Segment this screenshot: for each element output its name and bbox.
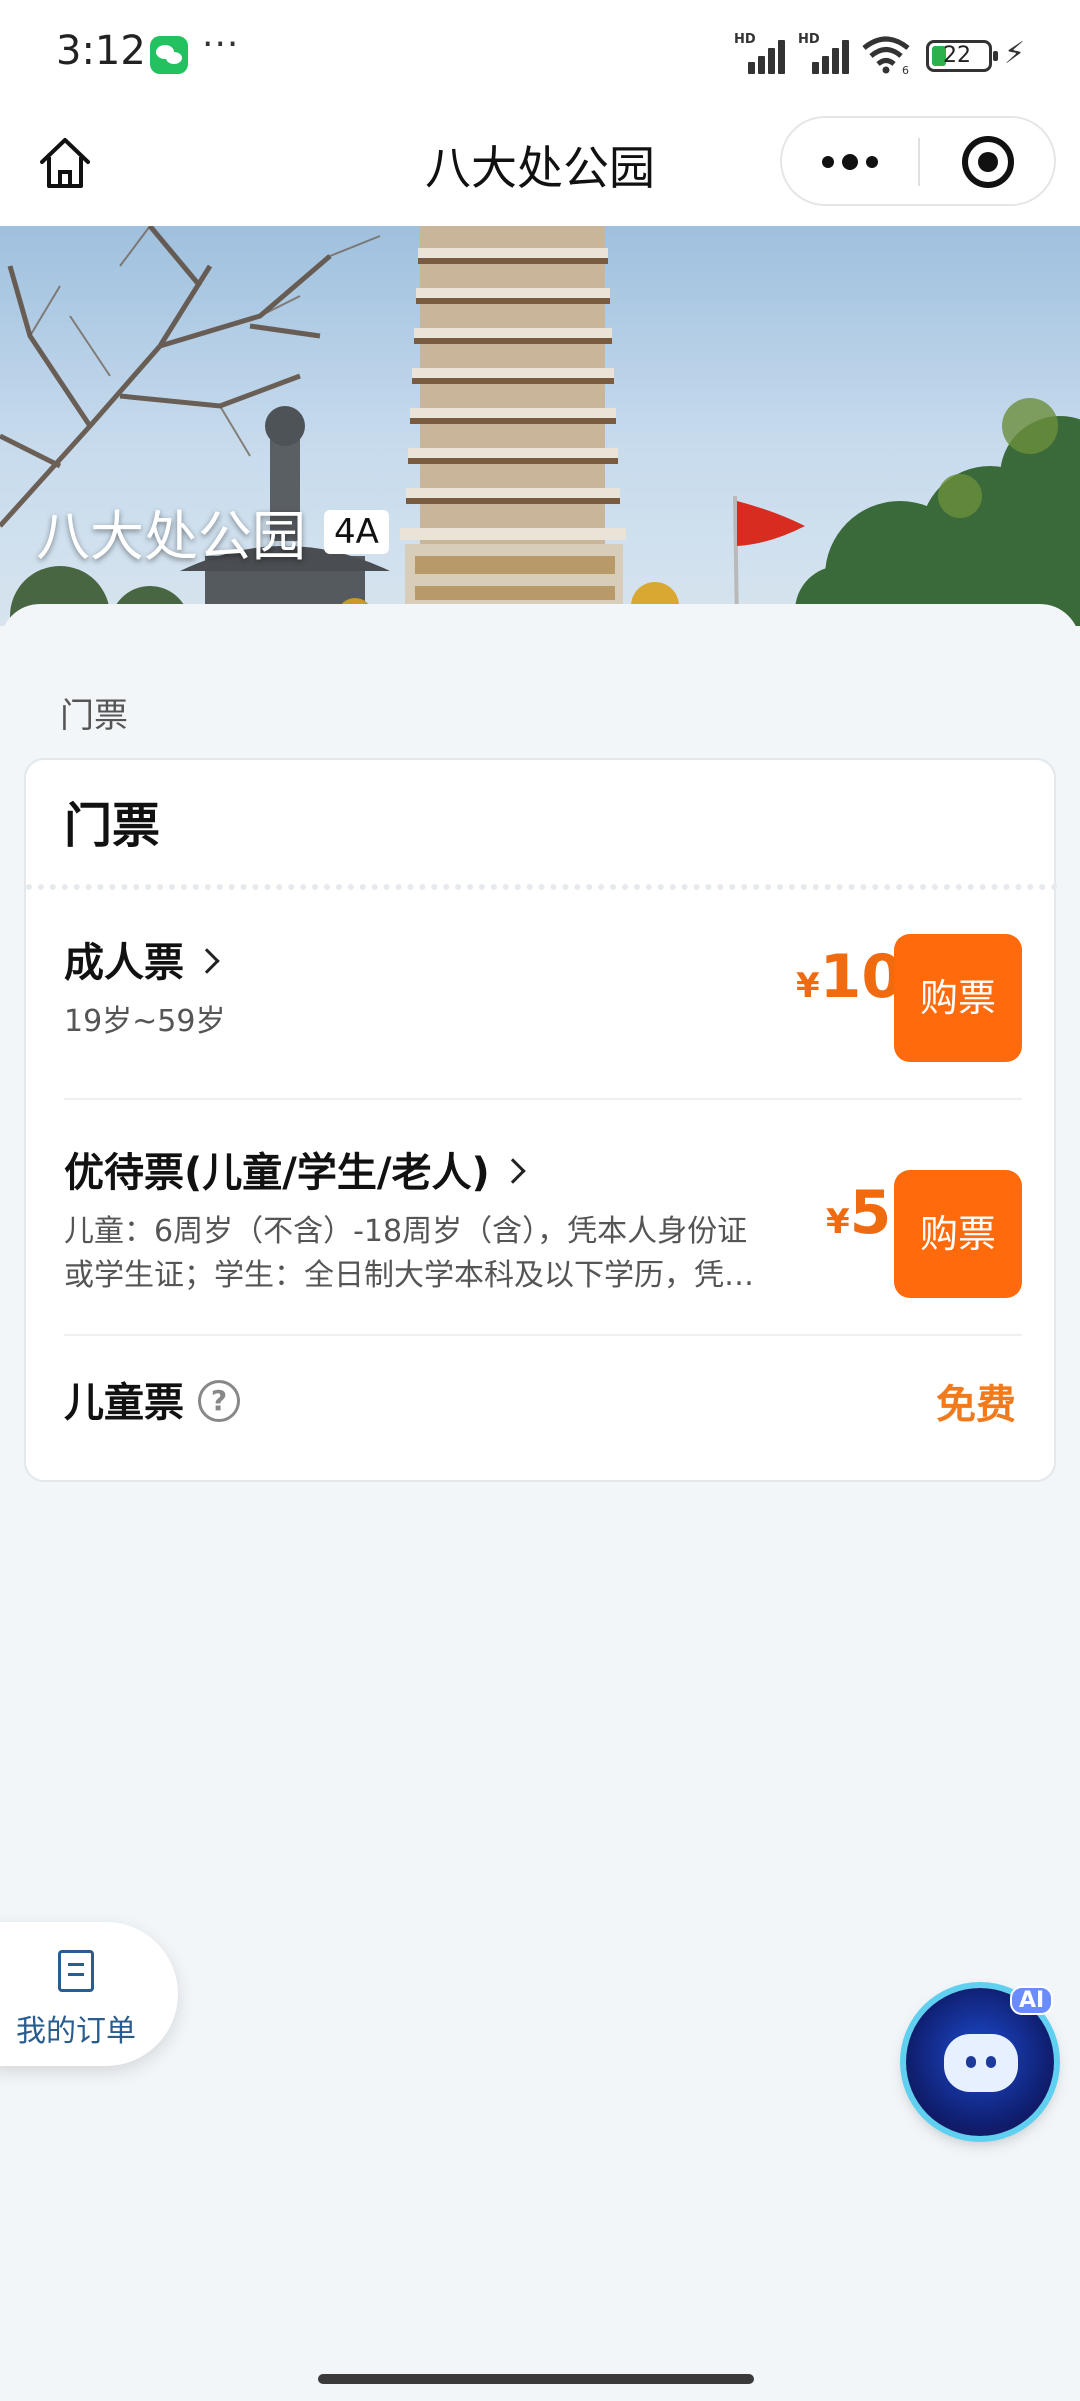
ticket-card: 门票 成人票 19岁~59岁 ¥10 购票 优待票(儿童/学生/老人) 儿童：6… <box>24 758 1058 1482</box>
wechat-icon <box>150 36 188 74</box>
more-dots-icon: ··· <box>202 24 240 65</box>
row-divider <box>64 1098 1022 1100</box>
robot-face-icon <box>944 2034 1018 2092</box>
charging-bolt-icon: ⚡ <box>1004 36 1026 71</box>
home-indicator[interactable] <box>318 2374 754 2384</box>
my-orders-label: 我的订单 <box>16 2014 136 2049</box>
ticket-subtitle: 19岁~59岁 <box>64 1004 226 1039</box>
dotted-divider <box>26 884 1058 890</box>
my-orders-button[interactable]: 我的订单 <box>0 1922 178 2066</box>
status-time: 3:12 <box>56 28 146 74</box>
ticket-subtitle-line1: 儿童：6周岁（不含）-18周岁（含），凭本人身份证 <box>64 1214 748 1249</box>
buy-adult-button[interactable]: 购票 <box>894 934 1022 1062</box>
ticket-name: 儿童票 <box>64 1380 184 1426</box>
ticket-price: ¥5 <box>826 1178 892 1248</box>
ticket-name: 优待票(儿童/学生/老人) <box>64 1150 490 1196</box>
cell-signal-icon: HD <box>798 32 854 74</box>
miniprogram-capsule <box>780 116 1056 206</box>
chevron-right-icon <box>194 948 220 974</box>
park-name: 八大处公园 <box>36 505 306 568</box>
free-price-label: 免费 <box>936 1382 1016 1428</box>
more-options-icon[interactable] <box>818 142 898 182</box>
home-icon[interactable] <box>34 132 96 194</box>
adult-ticket-link[interactable]: 成人票 <box>64 930 220 988</box>
row-divider <box>64 1334 1022 1336</box>
concession-ticket-link[interactable]: 优待票(儿童/学生/老人) <box>64 1140 526 1198</box>
child-ticket-row: 儿童票? <box>64 1370 240 1428</box>
wifi-icon: 6 <box>862 36 910 74</box>
hero-title-group: 八大处公园 4A <box>36 492 389 571</box>
status-bar: 3:12 ··· HD HD 6 22 ⚡ <box>0 0 1080 110</box>
section-label: 门票 <box>60 696 128 736</box>
card-title: 门票 <box>64 798 161 854</box>
capsule-divider <box>918 138 920 186</box>
buy-concession-button[interactable]: 购票 <box>894 1170 1022 1298</box>
content-sheet: 门票 门票 成人票 19岁~59岁 ¥10 购票 优待票(儿童/学生/老人) 儿… <box>0 604 1080 2401</box>
ticket-name: 成人票 <box>64 940 184 986</box>
ai-badge: AI <box>1010 1986 1054 2015</box>
hero-image: 八大处公园 4A <box>0 226 1080 626</box>
svg-text:6: 6 <box>902 64 909 74</box>
nav-bar: 八大处公园 <box>0 110 1080 226</box>
page-title: 八大处公园 <box>425 141 655 195</box>
order-list-icon <box>58 1950 94 1992</box>
ai-assistant-button[interactable]: AI <box>906 1986 1054 2136</box>
chevron-right-icon <box>500 1158 526 1184</box>
help-icon[interactable]: ? <box>198 1380 240 1422</box>
rating-badge: 4A <box>324 509 389 554</box>
battery-icon: 22 <box>926 40 998 72</box>
cell-signal-icon: HD <box>734 32 790 74</box>
ticket-subtitle-line2: 或学生证；学生：全日制大学本科及以下学历，凭… <box>64 1258 754 1293</box>
ticket-price: ¥10 <box>796 942 904 1012</box>
close-miniprogram-icon[interactable] <box>962 136 1014 188</box>
